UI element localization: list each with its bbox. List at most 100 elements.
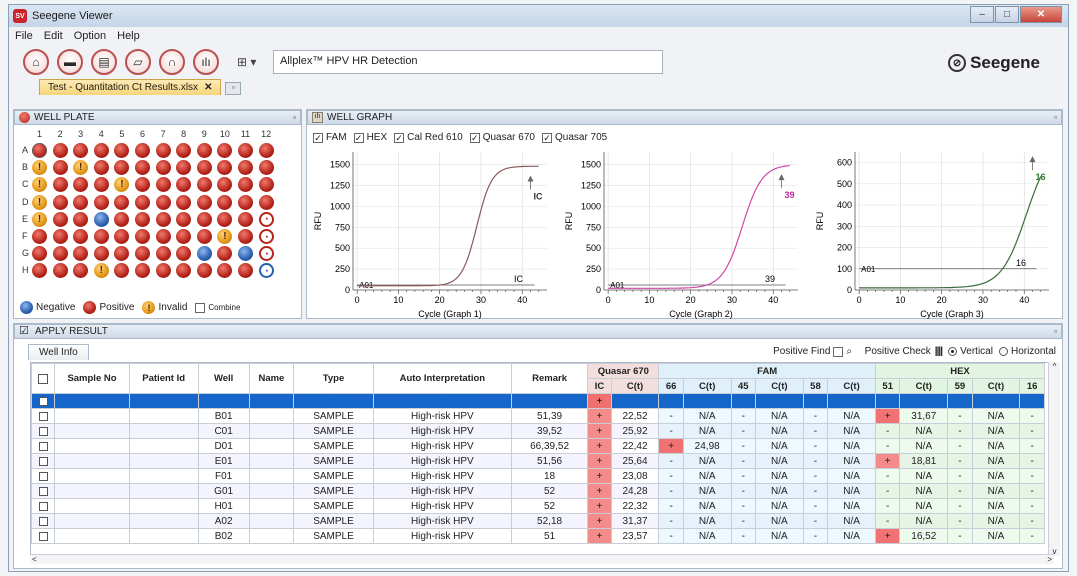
well-B8[interactable]: [176, 160, 192, 176]
interpretation-cell[interactable]: High-risk HPV: [372, 528, 512, 544]
result-cell[interactable]: -: [730, 528, 756, 544]
result-cell[interactable]: N/A: [754, 453, 804, 469]
interpretation-cell[interactable]: High-risk HPV: [372, 498, 512, 514]
menu-option[interactable]: Option: [74, 30, 106, 42]
row-select-cell[interactable]: [31, 393, 56, 409]
result-cell[interactable]: N/A: [899, 498, 949, 514]
well-A3[interactable]: [73, 143, 89, 158]
result-cell[interactable]: N/A: [899, 468, 949, 484]
result-cell[interactable]: 16,52: [899, 528, 949, 544]
patient-id-cell[interactable]: [128, 408, 199, 424]
type-cell[interactable]: SAMPLE: [293, 438, 374, 454]
open-button[interactable]: ▬: [57, 49, 83, 75]
result-cell[interactable]: -: [658, 468, 684, 484]
result-cell[interactable]: N/A: [971, 468, 1021, 484]
vertical-radio[interactable]: [948, 347, 958, 356]
well-cell[interactable]: E01: [197, 453, 250, 469]
result-cell[interactable]: 22,42: [610, 438, 660, 454]
well-G3[interactable]: [73, 246, 89, 262]
well-F6[interactable]: [135, 229, 150, 244]
well-C1[interactable]: !: [32, 177, 47, 193]
result-cell[interactable]: N/A: [971, 513, 1021, 529]
result-cell[interactable]: N/A: [682, 453, 732, 469]
well-F5[interactable]: [114, 229, 130, 244]
sample-no-cell[interactable]: [54, 438, 130, 454]
result-cell[interactable]: -: [802, 393, 829, 409]
well-cell[interactable]: G01: [197, 483, 250, 499]
interpretation-cell[interactable]: High-risk HPV: [372, 483, 512, 499]
maximize-button[interactable]: □: [995, 6, 1019, 23]
result-cell[interactable]: -: [1019, 528, 1045, 544]
row-checkbox[interactable]: [38, 471, 48, 481]
result-cell[interactable]: -: [802, 453, 829, 469]
remark-cell[interactable]: 18: [510, 468, 589, 484]
scroll-up-icon[interactable]: ^: [1049, 362, 1060, 371]
result-cell[interactable]: N/A: [682, 393, 732, 409]
well-E8[interactable]: [176, 211, 192, 227]
type-cell[interactable]: SAMPLE: [293, 528, 374, 544]
well-D10[interactable]: [217, 194, 233, 210]
patient-id-cell[interactable]: [128, 393, 199, 409]
type-cell[interactable]: SAMPLE: [293, 468, 374, 484]
result-cell[interactable]: N/A: [754, 483, 804, 499]
result-cell[interactable]: N/A: [971, 528, 1021, 544]
result-cell[interactable]: N/A: [682, 408, 732, 424]
row-checkbox[interactable]: [38, 396, 48, 406]
result-cell[interactable]: +: [587, 423, 612, 439]
well-C12[interactable]: [258, 177, 274, 193]
well-H9[interactable]: [196, 263, 212, 279]
interpretation-cell[interactable]: High-risk HPV: [372, 453, 512, 469]
result-cell[interactable]: N/A: [754, 408, 804, 424]
result-cell[interactable]: +: [587, 438, 612, 454]
well-F7[interactable]: [155, 229, 171, 244]
result-cell[interactable]: N/A: [827, 438, 876, 454]
well-G1[interactable]: [32, 246, 47, 262]
result-cell[interactable]: N/A: [899, 483, 949, 499]
result-cell[interactable]: N/A: [971, 408, 1021, 424]
well-G11[interactable]: [238, 246, 253, 262]
result-cell[interactable]: N/A: [754, 528, 804, 544]
result-cell[interactable]: -: [658, 513, 684, 529]
result-cell[interactable]: +: [874, 528, 901, 544]
well-E6[interactable]: [135, 211, 150, 227]
well-F9[interactable]: [196, 229, 212, 244]
result-cell[interactable]: +: [587, 513, 612, 529]
well-E1[interactable]: !: [32, 211, 47, 227]
row-select-cell[interactable]: [31, 528, 56, 544]
result-cell[interactable]: -: [658, 393, 684, 409]
horizontal-radio[interactable]: [998, 347, 1008, 356]
checkbox-checked-icon[interactable]: ✓: [394, 132, 405, 143]
scroll-left-icon[interactable]: <: [32, 555, 37, 564]
result-cell[interactable]: -: [874, 498, 901, 514]
result-cell[interactable]: 18,81: [899, 453, 949, 469]
well-G5[interactable]: [114, 246, 130, 262]
refresh-button[interactable]: ∩: [159, 49, 185, 75]
result-cell[interactable]: 24,28: [610, 483, 660, 499]
table-row[interactable]: E01 SAMPLE High-risk HPV 51,56 +25,64- N/A - N/…: [31, 453, 1045, 469]
well-C5[interactable]: !: [114, 177, 130, 193]
channel-checkbox[interactable]: ✓ Cal Red 610: [394, 132, 463, 143]
well-B12[interactable]: [258, 160, 274, 176]
result-cell[interactable]: -: [730, 393, 756, 409]
interpretation-cell[interactable]: High-risk HPV: [372, 393, 512, 409]
well-H4[interactable]: !: [93, 263, 109, 279]
result-cell[interactable]: N/A: [754, 498, 804, 514]
well-B4[interactable]: [93, 160, 109, 176]
result-cell[interactable]: N/A: [971, 438, 1021, 454]
channel-checkbox[interactable]: ✓ HEX: [353, 132, 387, 143]
name-cell[interactable]: [248, 408, 295, 424]
well-H6[interactable]: [135, 263, 150, 279]
home-button[interactable]: ⌂: [23, 49, 49, 75]
result-cell[interactable]: -: [730, 498, 756, 514]
result-cell[interactable]: +: [587, 528, 612, 544]
remark-cell[interactable]: 66,39,52: [510, 438, 589, 454]
result-cell[interactable]: -: [1019, 438, 1045, 454]
target-header[interactable]: C(t): [827, 378, 876, 394]
name-cell[interactable]: [248, 498, 295, 514]
panel-restore-icon[interactable]: ▫: [293, 113, 296, 122]
row-checkbox[interactable]: [38, 516, 48, 526]
result-cell[interactable]: +: [1019, 393, 1045, 409]
well-E12[interactable]: ◔: [258, 211, 274, 227]
result-cell[interactable]: -: [658, 498, 684, 514]
panel-restore-icon[interactable]: ▫: [1054, 113, 1057, 122]
